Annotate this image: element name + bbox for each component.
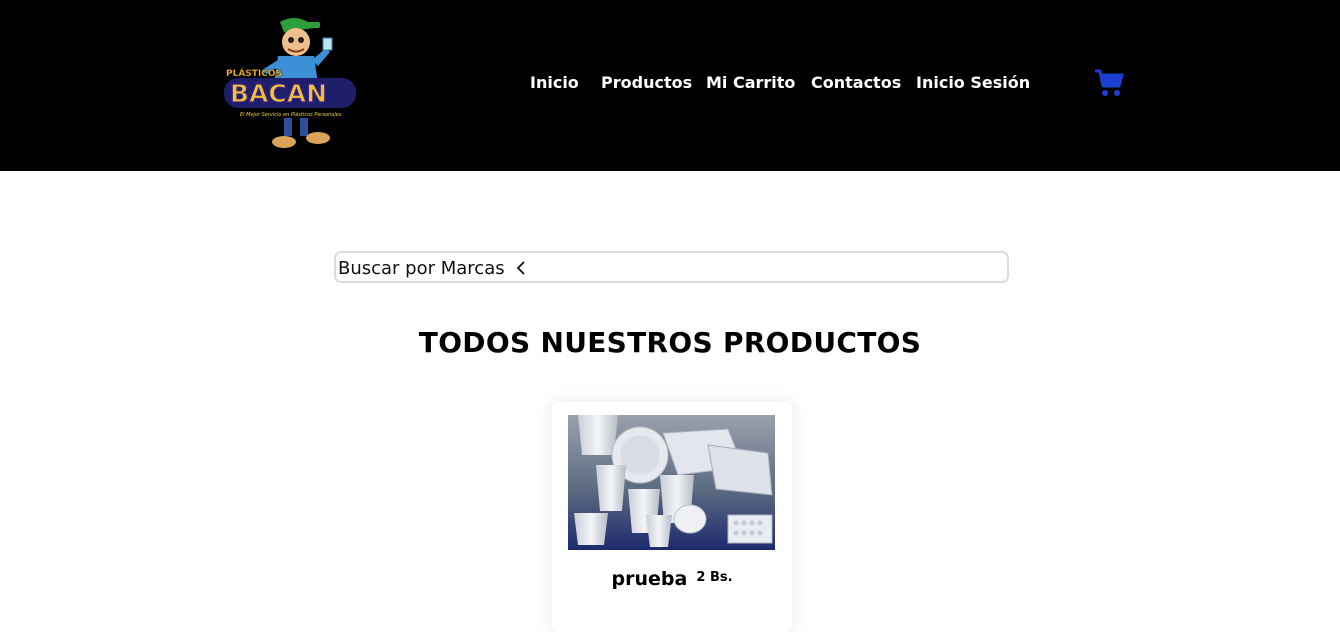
nav-item-inicio[interactable]: Inicio <box>530 72 579 94</box>
product-card[interactable]: prueba 2 Bs. <box>552 402 792 632</box>
nav-item-productos[interactable]: Productos <box>601 72 692 94</box>
nav-item-mi-carrito[interactable]: Mi Carrito <box>706 72 795 94</box>
site-header: PLÁSTICOS BACAN El Mejor Servicio en Plá… <box>0 0 1340 171</box>
product-name: prueba <box>611 568 688 590</box>
shopping-cart-icon[interactable] <box>1094 68 1124 98</box>
brand-filter-label: Buscar por Marcas <box>338 258 505 279</box>
svg-text:BACAN: BACAN <box>230 79 327 108</box>
svg-text:El Mejor Servicio en Plásticos: El Mejor Servicio en Plásticos Personale… <box>240 111 342 118</box>
nav-item-contactos[interactable]: Contactos <box>811 72 901 94</box>
svg-text:PLÁSTICOS: PLÁSTICOS <box>226 67 282 79</box>
nav-item-inicio-sesion[interactable]: Inicio Sesión <box>916 72 1030 94</box>
chevron-left-icon <box>516 261 525 275</box>
product-image[interactable] <box>568 415 775 550</box>
brand-logo[interactable]: PLÁSTICOS BACAN El Mejor Servicio en Plá… <box>222 12 358 152</box>
product-price: 2 Bs. <box>696 570 733 585</box>
brand-filter-dropdown[interactable]: Buscar por Marcas <box>334 251 1009 283</box>
product-meta: prueba 2 Bs. <box>552 568 792 590</box>
page-title: TODOS NUESTROS PRODUCTOS <box>418 326 922 359</box>
